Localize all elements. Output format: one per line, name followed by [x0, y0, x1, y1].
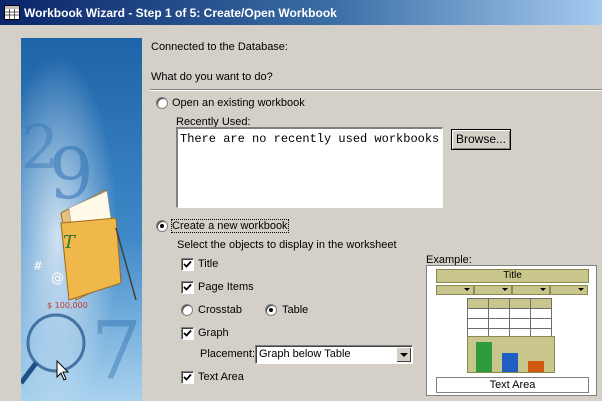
- text-area-checkbox[interactable]: [181, 371, 194, 384]
- svg-text:7: 7: [91, 304, 142, 397]
- example-table: [467, 298, 552, 339]
- checkmark-icon: [183, 260, 192, 268]
- svg-text:#: #: [33, 259, 43, 273]
- title-bar: Workbook Wizard - Step 1 of 5: Create/Op…: [0, 0, 602, 25]
- radio-selected-dot: [160, 224, 164, 228]
- checkmark-icon: [183, 329, 192, 337]
- example-page-item: [512, 285, 550, 295]
- browse-button[interactable]: Browse...: [451, 129, 511, 150]
- wizard-side-image: 9 2 7 T # @ $ 100,000: [21, 38, 142, 401]
- connection-label: Connected to the Database:: [151, 41, 288, 53]
- svg-text:@: @: [51, 271, 64, 286]
- placement-value: Graph below Table: [259, 348, 351, 360]
- mouse-cursor-icon: [56, 359, 70, 385]
- example-page-item: [474, 285, 512, 295]
- page-items-checkbox-label[interactable]: Page Items: [198, 281, 254, 293]
- placement-label: Placement:: [200, 348, 256, 360]
- graph-checkbox-label[interactable]: Graph: [198, 327, 229, 339]
- question-label: What do you want to do?: [151, 71, 273, 83]
- crosstab-label[interactable]: Crosstab: [198, 304, 242, 316]
- open-workbook-radio[interactable]: [156, 97, 168, 109]
- table-label[interactable]: Table: [282, 304, 308, 316]
- recently-used-list[interactable]: There are no recently used workbooks.: [176, 127, 443, 208]
- window-title: Workbook Wizard - Step 1 of 5: Create/Op…: [24, 6, 337, 20]
- create-workbook-radio[interactable]: [156, 220, 168, 232]
- crosstab-radio[interactable]: [181, 304, 193, 316]
- example-page-item: [550, 285, 588, 295]
- checkmark-icon: [183, 373, 192, 381]
- objects-instructions: Select the objects to display in the wor…: [177, 239, 397, 251]
- radio-selected-dot: [269, 308, 273, 312]
- separator: [150, 89, 602, 91]
- svg-text:T: T: [63, 232, 77, 253]
- create-workbook-label[interactable]: Create a new workbook: [171, 219, 289, 233]
- recently-used-text: There are no recently used workbooks.: [180, 132, 443, 146]
- example-page-item: [436, 285, 474, 295]
- text-area-checkbox-label[interactable]: Text Area: [198, 371, 244, 383]
- svg-text:2: 2: [21, 113, 59, 183]
- workbook-icon: [4, 5, 20, 20]
- example-preview: Title Text Area: [426, 265, 597, 396]
- example-text-area: Text Area: [436, 377, 589, 393]
- chevron-down-icon[interactable]: [396, 347, 411, 362]
- graph-checkbox[interactable]: [181, 327, 194, 340]
- example-title: Title: [436, 269, 589, 283]
- placement-select[interactable]: Graph below Table: [255, 345, 413, 364]
- example-bar-green: [476, 342, 492, 372]
- table-radio[interactable]: [265, 304, 277, 316]
- example-bar-blue: [502, 353, 518, 372]
- svg-text:$ 100,000: $ 100,000: [47, 301, 88, 310]
- title-checkbox[interactable]: [181, 258, 194, 271]
- example-graph: [467, 336, 555, 373]
- checkmark-icon: [183, 283, 192, 291]
- example-bar-orange: [528, 361, 544, 372]
- page-items-checkbox[interactable]: [181, 281, 194, 294]
- title-checkbox-label[interactable]: Title: [198, 258, 218, 270]
- open-workbook-label[interactable]: Open an existing workbook: [172, 97, 305, 109]
